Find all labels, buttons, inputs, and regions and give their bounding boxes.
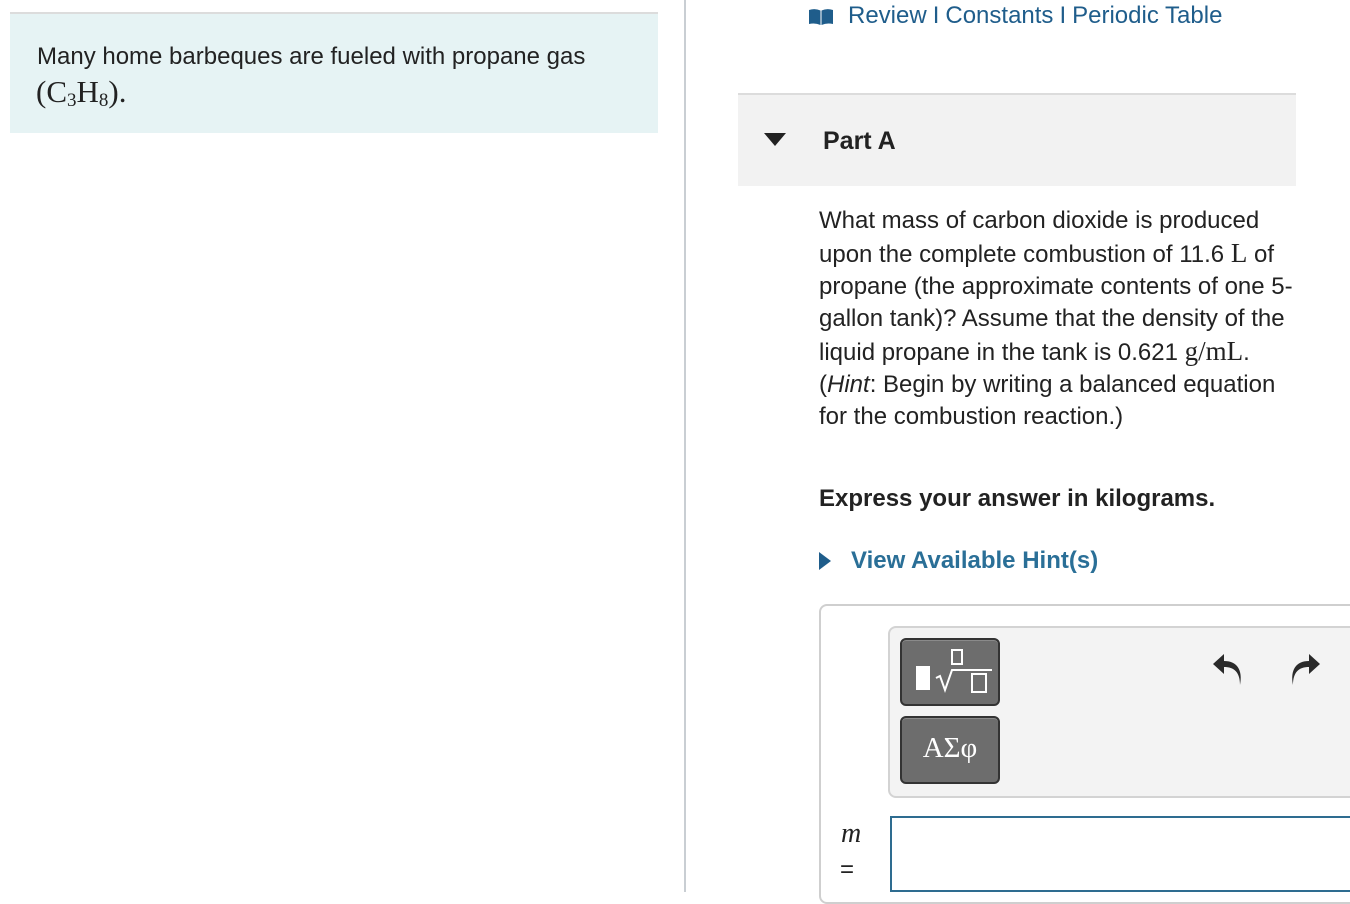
redo-icon[interactable] (1287, 652, 1323, 688)
volume-unit: L (1230, 238, 1248, 268)
propane-formula: (C3H8). (36, 74, 127, 111)
math-templates-button[interactable] (900, 638, 1000, 706)
equals-sign: = (840, 856, 855, 883)
expand-caret-icon (819, 552, 831, 570)
templates-icon (916, 649, 992, 693)
part-a-header[interactable]: Part A (738, 93, 1296, 186)
answer-instruction: Express your answer in kilograms. (819, 485, 1216, 512)
hint-word: Hint (827, 371, 870, 398)
intro-panel: Many home barbeques are fueled with prop… (10, 12, 658, 133)
question-text: What mass of carbon dioxide is produced … (819, 207, 1293, 430)
greek-symbols-label: ΑΣφ (922, 732, 978, 764)
greek-symbols-button[interactable]: ΑΣφ (900, 716, 1000, 784)
link-separator: I (1059, 2, 1067, 29)
part-title: Part A (823, 127, 896, 155)
undo-icon[interactable] (1210, 652, 1246, 688)
review-link[interactable]: Review (848, 2, 927, 30)
periodic-table-link[interactable]: Periodic Table (1072, 2, 1222, 30)
book-icon (809, 9, 833, 25)
answer-input[interactable] (890, 816, 1350, 892)
link-separator: I (932, 2, 940, 29)
answer-variable-label: m (841, 818, 862, 849)
resource-links: Review I Constants I Periodic Table (808, 0, 1222, 32)
collapse-caret-icon[interactable] (764, 133, 786, 146)
view-hints-label[interactable]: View Available Hint(s) (851, 547, 1098, 575)
density-unit: g/mL (1184, 336, 1244, 366)
constants-link[interactable]: Constants (945, 2, 1053, 30)
intro-text: Many home barbeques are fueled with prop… (37, 43, 586, 70)
panel-divider (684, 0, 686, 892)
view-hints-toggle[interactable]: View Available Hint(s) (819, 547, 1098, 575)
